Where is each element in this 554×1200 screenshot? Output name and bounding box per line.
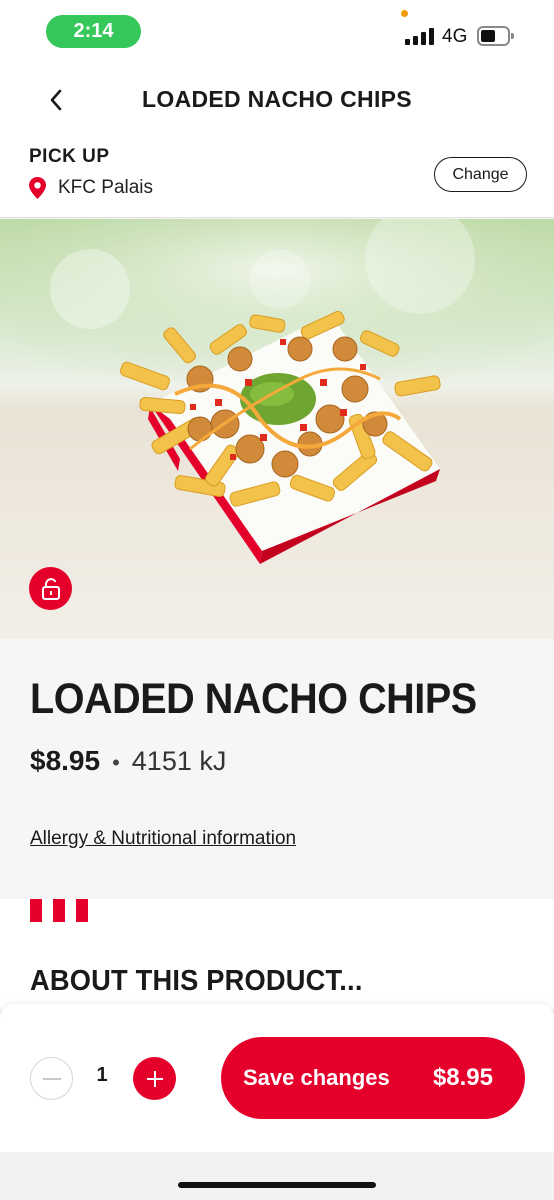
price-row: $8.95 • 4151 kJ <box>30 745 226 777</box>
save-changes-label: Save changes <box>243 1065 390 1090</box>
decrease-quantity-button[interactable] <box>30 1057 73 1100</box>
pickup-store: KFC Palais <box>29 177 153 199</box>
unlock-button[interactable] <box>29 567 72 610</box>
pickup-section: PICK UP KFC Palais Change <box>0 136 554 218</box>
cart-bar: 1 Save changes $8.95 <box>0 1004 554 1152</box>
about-section: ABOUT THIS PRODUCT... <box>0 899 554 1009</box>
minus-icon <box>42 1077 61 1080</box>
loaded-nacho-chips-photo <box>0 219 554 564</box>
product-info: LOADED NACHO CHIPS $8.95 • 4151 kJ Aller… <box>0 639 554 899</box>
store-name: KFC Palais <box>58 177 154 198</box>
quantity-value: 1 <box>96 1064 108 1086</box>
location-pin-icon <box>29 177 46 199</box>
battery-icon <box>477 26 514 46</box>
product-image <box>0 219 554 639</box>
pickup-label: PICK UP <box>29 146 110 167</box>
home-indicator[interactable] <box>178 1182 376 1188</box>
status-time: 2:14 <box>46 15 141 48</box>
plus-icon <box>146 1070 163 1087</box>
increase-quantity-button[interactable] <box>133 1057 176 1100</box>
cellular-signal-icon <box>405 27 435 45</box>
allergy-nutrition-link[interactable]: Allergy & Nutritional information <box>30 828 296 850</box>
footer-area <box>0 1152 554 1200</box>
unlock-icon <box>41 577 60 600</box>
page-title: LOADED NACHO CHIPS <box>142 86 412 112</box>
product-energy: 4151 kJ <box>131 746 227 776</box>
save-changes-button[interactable]: Save changes $8.95 <box>221 1037 525 1119</box>
privacy-indicator-dot <box>401 10 408 17</box>
brand-stripes <box>30 899 88 922</box>
nav-header: LOADED NACHO CHIPS <box>0 64 554 136</box>
save-changes-price: $8.95 <box>432 1064 493 1091</box>
about-heading: ABOUT THIS PRODUCT... <box>30 965 363 997</box>
network-type: 4G <box>442 26 468 47</box>
product-name: LOADED NACHO CHIPS <box>30 675 477 723</box>
product-price: $8.95 <box>30 745 101 776</box>
price-separator: • <box>112 750 120 775</box>
status-bar: 2:14 4G <box>0 0 554 64</box>
change-store-button[interactable]: Change <box>434 157 527 192</box>
